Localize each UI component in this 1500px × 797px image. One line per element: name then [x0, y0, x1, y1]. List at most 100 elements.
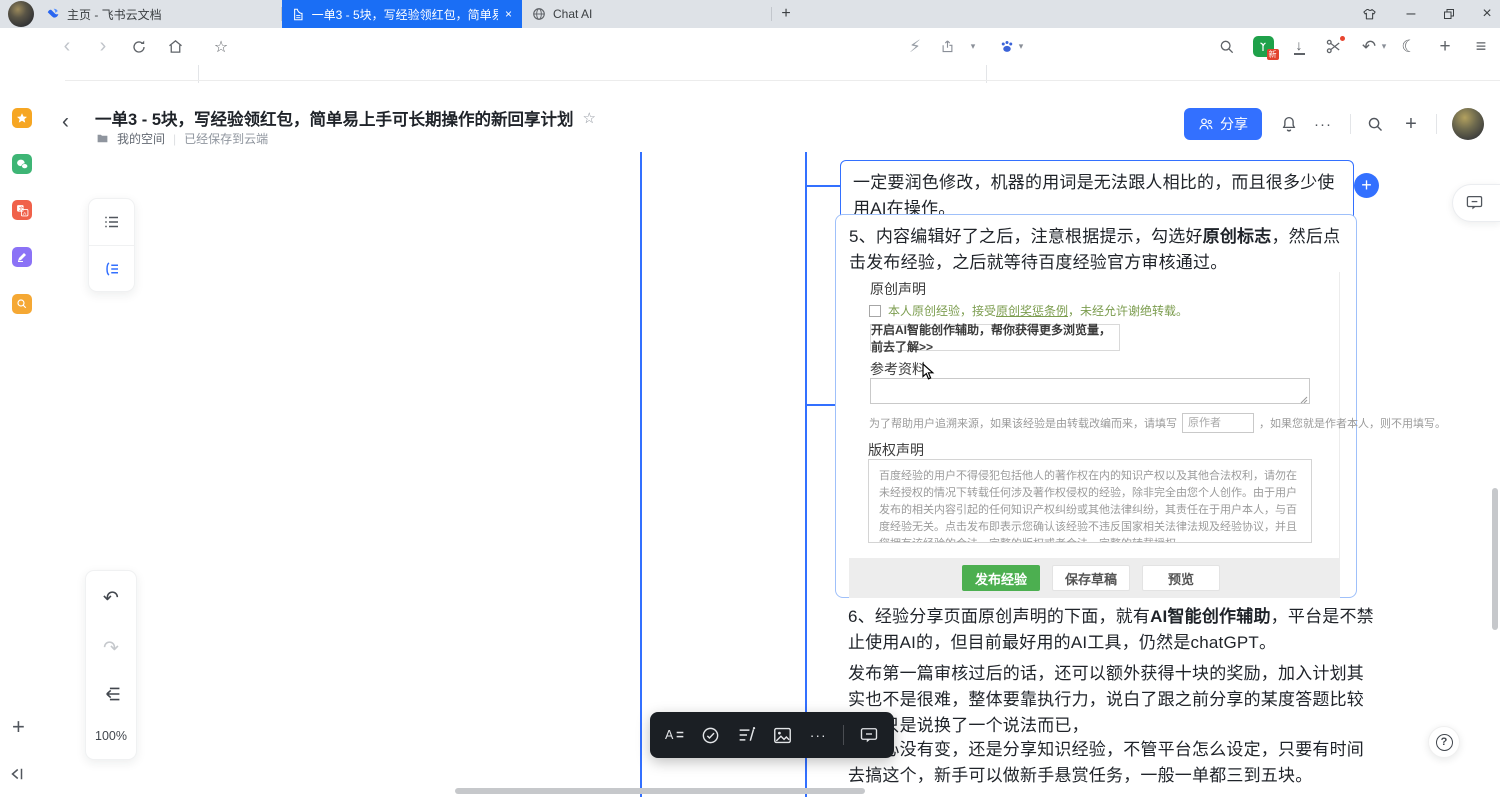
step5-paragraph: 5、内容编辑好了之后，注意根据提示，勾选好原创标志，然后点击发布经验，之后就等待… — [849, 224, 1345, 276]
create-new-button[interactable]: + — [1398, 111, 1424, 137]
chat-bubbles-icon — [16, 158, 29, 171]
downloads-button[interactable]: ↓ — [1284, 28, 1314, 65]
fit-width-button[interactable] — [102, 686, 121, 702]
tab-label: 主页 - 飞书云文档 — [67, 6, 162, 23]
people-icon — [1198, 116, 1214, 132]
green-extension-icon: 新 — [1253, 36, 1274, 57]
tab-bar: 主页 - 飞书云文档 一单3 - 5块，写经验领红包，简单易 × Chat AI… — [0, 0, 1500, 28]
bullet-list-icon — [103, 213, 121, 231]
close-window-button[interactable]: × — [1470, 0, 1500, 28]
copyright-label: 版权声明 — [868, 440, 924, 460]
collapse-sidebar-button[interactable] — [8, 764, 26, 784]
redo-button[interactable]: ↷ — [103, 637, 119, 660]
ai-assist-banner[interactable]: 开启AI智能创作辅助，帮你获得更多浏览量，前去了解>> — [870, 324, 1120, 351]
toc-list-button[interactable] — [89, 199, 134, 246]
bookmark-star-button[interactable]: ☆ — [206, 28, 236, 65]
text-style-button[interactable]: A — [664, 724, 686, 746]
tab-chat-ai[interactable]: Chat AI — [522, 0, 772, 28]
theme-skin-button[interactable] — [1352, 0, 1386, 28]
task-check-button[interactable] — [700, 724, 722, 746]
canvas-controls-panel: ↶ ↷ 100% — [85, 570, 137, 760]
block-indent-rail — [805, 152, 807, 797]
outline-panel — [88, 198, 135, 292]
user-avatar[interactable] — [1452, 108, 1484, 140]
sidebar-translate-button[interactable]: 文A — [12, 200, 32, 220]
screenshot-scissors-button[interactable] — [1318, 28, 1348, 65]
toolbar-search-button[interactable] — [1212, 28, 1242, 65]
vertical-scrollbar[interactable] — [1492, 488, 1498, 630]
list-format-button[interactable] — [736, 724, 758, 746]
nav-back-button[interactable]: ‹ — [52, 28, 82, 65]
browser-menu-button[interactable]: ≡ — [1466, 28, 1496, 65]
insert-image-button[interactable] — [771, 724, 793, 746]
more-options-button[interactable]: ··· — [1310, 111, 1336, 137]
extension-youdao-button[interactable]: 新 — [1248, 28, 1278, 65]
tab-feishu-home[interactable]: 主页 - 飞书云文档 — [36, 0, 282, 28]
save-status: 已经保存到云端 — [184, 130, 268, 147]
rules-link[interactable]: 原创奖惩条例 — [996, 304, 1068, 318]
add-widget-button[interactable]: + — [12, 714, 25, 740]
horizontal-scrollbar[interactable] — [455, 788, 865, 794]
pen-icon — [16, 251, 28, 263]
publish-button[interactable]: 发布经验 — [962, 565, 1040, 591]
zoom-level[interactable]: 100% — [95, 729, 127, 743]
sidebar-favorites-button[interactable] — [12, 108, 32, 128]
lightning-boost-button[interactable]: ⚡ — [900, 28, 930, 65]
notifications-button[interactable] — [1276, 111, 1302, 137]
breadcrumb-space[interactable]: 我的空间 — [117, 130, 165, 147]
notification-dot — [1340, 36, 1345, 41]
more-format-button[interactable]: ··· — [807, 724, 829, 746]
reference-textarea[interactable] — [870, 378, 1310, 404]
doc-paragraph: 发布第一篇审核过后的话，还可以额外获得十块的奖励，加入计划其实也不是很难，整体要… — [848, 661, 1376, 739]
sidebar-notes-button[interactable] — [12, 247, 32, 267]
resize-handle[interactable] — [1300, 396, 1308, 404]
doc-search-button[interactable] — [1362, 111, 1388, 137]
doc-outline-button[interactable] — [89, 246, 134, 292]
save-draft-button[interactable]: 保存草稿 — [1052, 565, 1130, 591]
comment-icon — [1466, 195, 1483, 211]
globe-icon — [532, 7, 546, 21]
mouse-cursor — [922, 363, 935, 380]
extension-chevron[interactable]: ▾ — [1014, 28, 1028, 65]
share-icon — [940, 39, 955, 54]
doc-back-button[interactable]: ‹ — [62, 110, 69, 134]
restore-button[interactable] — [1432, 0, 1466, 28]
history-chevron[interactable]: ▾ — [1378, 28, 1390, 65]
page-title: 一单3 - 5块，写经验领红包，简单易上手可长期操作的新回享计划 — [95, 106, 574, 130]
sidebar-wechat-button[interactable] — [12, 154, 32, 174]
help-button[interactable]: ? — [1428, 726, 1460, 758]
insert-block-button[interactable]: + — [1354, 173, 1379, 198]
step6-paragraph: 6、经验分享页面原创声明的下面，就有AI智能创作辅助，平台是不禁止使用AI的，但… — [848, 604, 1376, 656]
reference-label: 参考资料 — [870, 359, 926, 379]
doc-favicon-icon — [292, 8, 305, 21]
reload-button[interactable] — [124, 28, 154, 65]
original-checkbox[interactable] — [869, 305, 881, 317]
tab-label: 一单3 - 5块，写经验领红包，简单易 — [312, 6, 498, 23]
favorite-star-icon[interactable]: ☆ — [583, 109, 596, 127]
home-button[interactable] — [160, 28, 190, 65]
share-menu-chevron[interactable]: ▾ — [958, 28, 988, 65]
block-indent-rail — [640, 152, 642, 797]
bell-icon — [1280, 115, 1298, 133]
collapse-chevron-icon — [8, 764, 26, 784]
dark-mode-button[interactable]: ☾ — [1394, 28, 1424, 65]
doc-paragraph: 但核心没有变，还是分享知识经验，不管平台怎么设定，只要有时间去搞这个，新手可以做… — [848, 737, 1376, 789]
undo-button[interactable]: ↶ — [103, 587, 119, 610]
original-author-input[interactable] — [1182, 413, 1254, 433]
comment-button[interactable] — [858, 724, 880, 746]
share-button[interactable]: 分享 — [1184, 108, 1262, 140]
minimize-button[interactable]: – — [1394, 0, 1428, 28]
restore-icon — [1443, 8, 1455, 20]
tab-close-icon[interactable]: × — [505, 7, 512, 21]
add-button[interactable]: + — [1430, 28, 1460, 65]
sidebar-search-button[interactable] — [12, 294, 32, 314]
tab-current-doc[interactable]: 一单3 - 5块，写经验领红包，简单易 × — [282, 0, 522, 28]
comments-pill[interactable] — [1452, 184, 1500, 222]
reload-icon — [131, 39, 147, 55]
new-tab-button[interactable]: + — [772, 0, 800, 28]
rail-connector — [806, 185, 840, 187]
preview-button[interactable]: 预览 — [1142, 565, 1220, 591]
download-icon: ↓ — [1294, 38, 1305, 55]
nav-forward-button[interactable]: › — [88, 28, 118, 65]
browser-profile-avatar[interactable] — [8, 1, 34, 27]
